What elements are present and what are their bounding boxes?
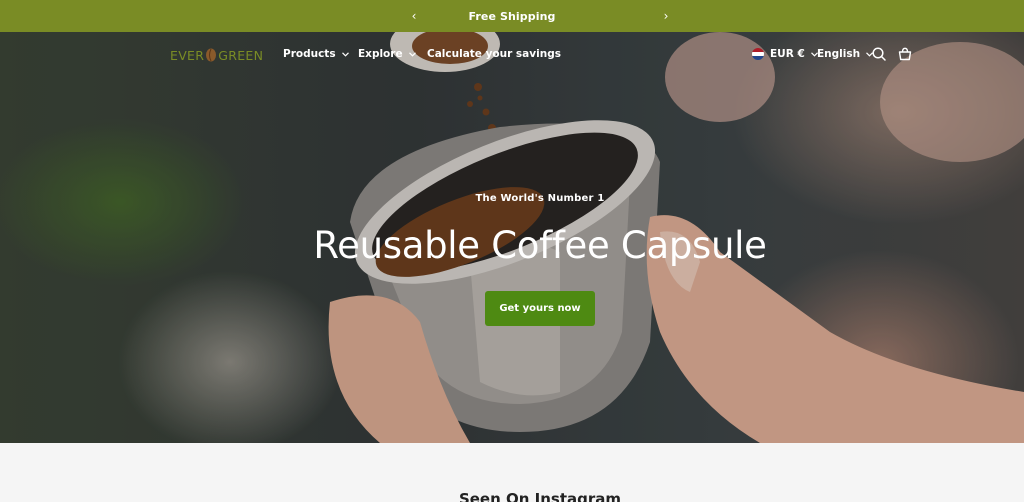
logo[interactable]: EVER GREEN (170, 46, 263, 64)
search-icon[interactable] (871, 46, 887, 62)
site-header: EVER GREEN Products Explore Calculate yo… (0, 32, 1024, 76)
announcement-bar: ‹ Free Shipping › (0, 0, 1024, 32)
nav-calculate-savings-label: Calculate your savings (427, 48, 561, 60)
chevron-left-icon[interactable]: ‹ (406, 8, 422, 24)
currency-selector[interactable]: EUR € (752, 46, 818, 62)
nav-calculate-savings[interactable]: Calculate your savings (427, 46, 561, 62)
logo-text-right: GREEN (218, 47, 264, 63)
announcement-text: Free Shipping (468, 9, 556, 23)
coffee-bean-icon (206, 48, 217, 62)
cart-icon[interactable] (897, 46, 913, 62)
nav-products[interactable]: Products (283, 46, 349, 62)
chevron-right-icon[interactable]: › (658, 8, 674, 24)
nav-products-label: Products (283, 48, 336, 60)
language-label: English (817, 48, 861, 60)
nav-explore[interactable]: Explore (358, 46, 416, 62)
nav-explore-label: Explore (358, 48, 403, 60)
chevron-down-icon (408, 51, 416, 57)
logo-text-left: EVER (170, 47, 205, 63)
flag-nl-icon (752, 48, 764, 60)
get-yours-now-button[interactable]: Get yours now (485, 291, 595, 326)
language-selector[interactable]: English (817, 46, 874, 62)
hero-headline: Reusable Coffee Capsule (313, 224, 767, 267)
section-title: Seen On Instagram (458, 490, 622, 502)
currency-label: EUR € (770, 48, 805, 60)
hero-eyebrow: The World's Number 1 (475, 193, 605, 204)
chevron-down-icon (341, 51, 349, 57)
